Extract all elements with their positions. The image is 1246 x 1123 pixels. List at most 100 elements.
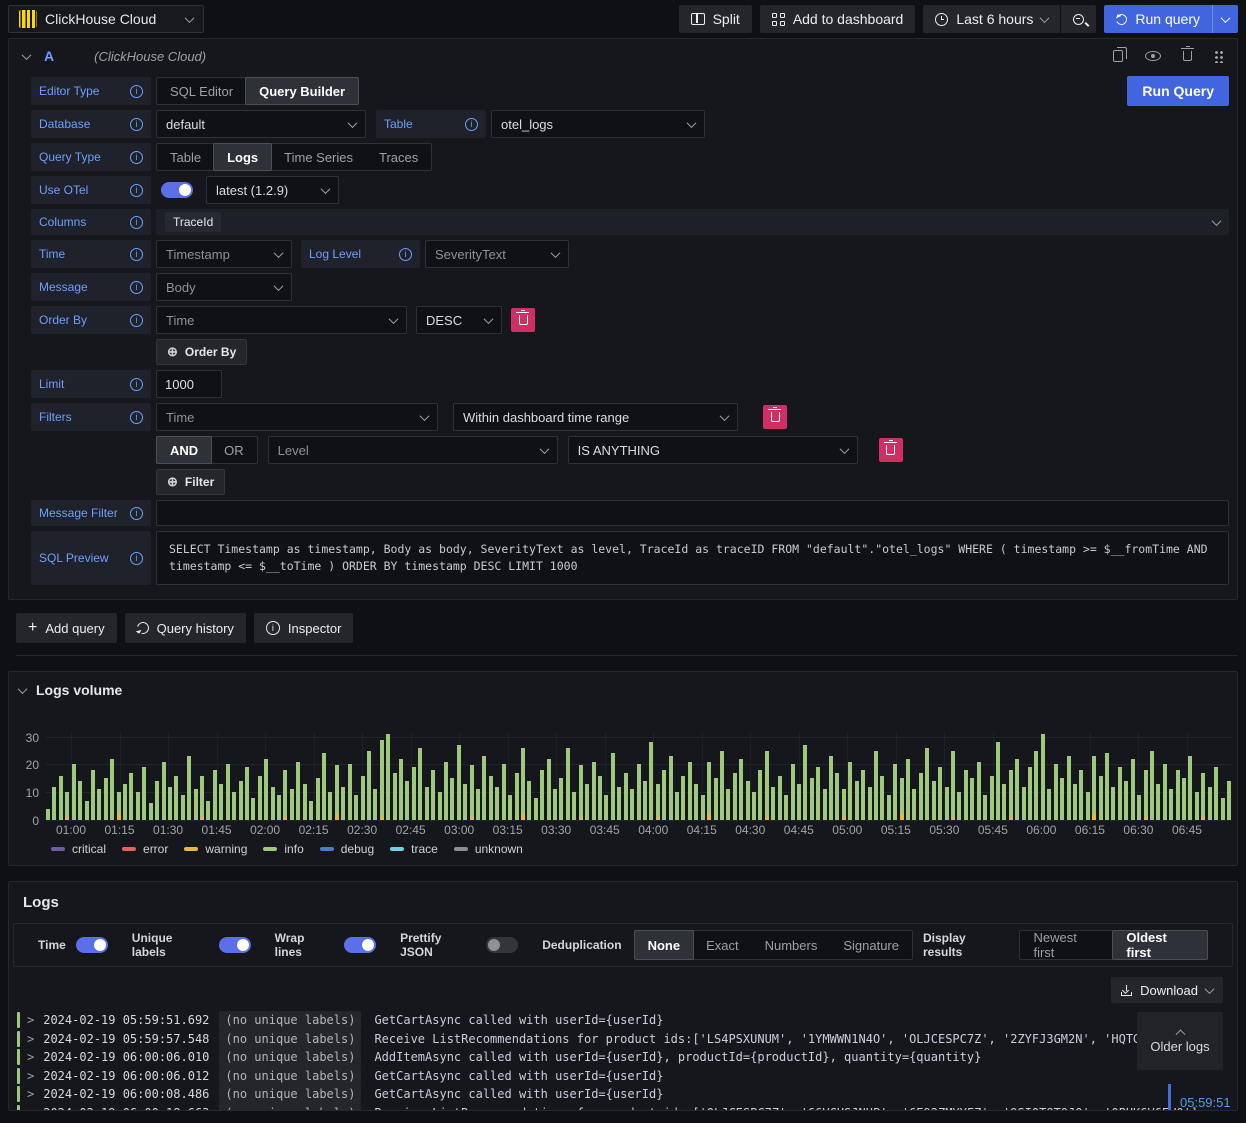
order-by-column-select[interactable]: Time [156,306,407,334]
split-button[interactable]: Split [678,5,752,33]
query-type-logs-option[interactable]: Logs [213,143,273,171]
volume-bar [1214,767,1219,820]
logs-volume-chart[interactable] [46,732,1231,821]
info-icon[interactable]: i [130,150,143,164]
query-row-header[interactable]: A (ClickHouse Cloud) [9,39,1237,73]
limit-input[interactable] [156,370,222,398]
drag-handle-icon[interactable] [1214,49,1223,63]
info-icon[interactable]: i [130,117,143,131]
filter2-column-select[interactable]: Level [267,436,558,464]
otel-version-select[interactable]: latest (1.2.9) [206,176,339,204]
query-type-table-option[interactable]: Table [157,144,214,170]
download-button[interactable]: Download [1111,977,1223,1003]
run-query-caret-button[interactable] [1212,5,1238,33]
add-order-by-button[interactable]: ⊕ Order By [156,339,248,365]
message-column-select[interactable]: Body [156,273,292,301]
editor-type-row: Editor Type i SQL Editor Query Builder [31,77,1229,105]
columns-multiselect[interactable]: TraceId [156,209,1229,235]
editor-run-query-button[interactable]: Run Query [1127,76,1229,106]
dedup-none-option[interactable]: None [633,930,695,960]
info-icon[interactable]: i [130,247,143,261]
legend-item-unknown[interactable]: unknown [453,842,523,856]
legend-item-error[interactable]: error [122,842,168,856]
log-row[interactable]: >2024-02-19 05:59:51.692 (no unique label… [17,1011,1237,1030]
database-select[interactable]: default [156,110,366,138]
expand-log-icon[interactable]: > [27,1104,34,1111]
toggle-visibility-icon[interactable] [1145,51,1161,61]
query-type-traces-option[interactable]: Traces [366,144,431,170]
operator-or-option[interactable]: OR [211,437,257,463]
info-icon[interactable]: i [130,215,143,229]
info-icon[interactable]: i [130,410,143,424]
table-select[interactable]: otel_logs [491,110,705,138]
info-icon[interactable]: i [399,247,412,261]
datasource-picker[interactable]: ClickHouse Cloud [8,5,204,33]
prettify-json-toggle[interactable] [486,937,519,953]
legend-item-info[interactable]: info [263,842,304,856]
expand-log-icon[interactable]: > [27,1067,34,1086]
info-icon[interactable]: i [130,313,143,327]
info-icon[interactable]: i [130,551,143,565]
legend-item-critical[interactable]: critical [51,842,106,856]
logs-volume-header[interactable]: Logs volume [9,672,1237,698]
expand-log-icon[interactable]: > [27,1048,34,1067]
log-row[interactable]: >2024-02-19 06:00:08.486 (no unique label… [17,1085,1237,1104]
limit-label: Limit i [31,370,151,398]
delete-query-icon[interactable] [1180,45,1194,61]
remove-filter1-button[interactable] [763,405,787,429]
log-row[interactable]: >2024-02-19 06:00:06.012 (no unique label… [17,1066,1237,1086]
sql-editor-option[interactable]: SQL Editor [157,78,246,104]
legend-item-warning[interactable]: warning [184,842,247,856]
operator-and-option[interactable]: AND [156,436,213,464]
message-filter-input[interactable] [156,500,1229,526]
legend-item-trace[interactable]: trace [390,842,438,856]
collapse-chevron-icon[interactable] [21,49,32,60]
run-query-button[interactable]: Run query [1104,5,1212,33]
filter1-column-select[interactable]: Time [156,403,438,431]
info-icon[interactable]: i [130,377,143,391]
unique-labels-toggle[interactable] [218,937,251,953]
add-filter-button[interactable]: ⊕ Filter [156,469,226,495]
dedup-signature-option[interactable]: Signature [830,931,912,959]
add-query-button[interactable]: + Add query [16,613,117,643]
time-column-select[interactable]: Timestamp [156,240,292,268]
use-otel-toggle[interactable] [161,182,193,198]
info-icon[interactable]: i [465,117,478,131]
expand-log-icon[interactable]: > [27,1011,34,1030]
newest-first-option[interactable]: Newest first [1020,930,1113,960]
remove-order-by-button[interactable] [511,308,535,332]
inspector-button[interactable]: i Inspector [253,613,354,643]
scroll-time-indicator[interactable]: 05:59:51 [1168,1084,1231,1110]
remove-filter2-button[interactable] [878,438,903,462]
column-chip[interactable]: TraceId [165,212,222,232]
zoom-out-button[interactable] [1061,5,1097,33]
older-logs-button[interactable]: Older logs [1137,1012,1223,1070]
dedup-numbers-option[interactable]: Numbers [752,931,831,959]
order-by-direction-select[interactable]: DESC [416,306,502,334]
time-range-picker[interactable]: Last 6 hours [923,5,1061,33]
info-icon[interactable]: i [130,84,143,98]
log-row[interactable]: >2024-02-19 06:00:18.663 (no unique label… [17,1103,1237,1111]
filter1-value-select[interactable]: Within dashboard time range [453,403,738,431]
duplicate-query-icon[interactable] [1113,47,1127,62]
query-builder-option[interactable]: Query Builder [245,77,360,105]
log-row[interactable]: >2024-02-19 05:59:57.548 (no unique label… [17,1029,1237,1049]
dedup-exact-option[interactable]: Exact [693,931,752,959]
expand-log-icon[interactable]: > [27,1085,34,1104]
legend-item-debug[interactable]: debug [319,842,374,856]
query-history-button[interactable]: Query history [124,613,246,643]
info-icon[interactable]: i [130,280,143,294]
info-icon[interactable]: i [130,506,143,520]
log-level-select[interactable]: SeverityText [425,240,569,268]
time-toggle[interactable] [75,937,108,953]
add-to-dashboard-button[interactable]: Add to dashboard [759,5,916,33]
legend-label: critical [72,842,107,856]
oldest-first-option[interactable]: Oldest first [1112,930,1208,960]
expand-log-icon[interactable]: > [27,1030,34,1049]
filter2-condition-select[interactable]: IS ANYTHING [567,436,858,464]
log-row[interactable]: >2024-02-19 06:00:06.010 (no unique label… [17,1048,1237,1067]
wrap-lines-toggle[interactable] [344,937,377,953]
query-type-timeseries-option[interactable]: Time Series [271,144,366,170]
info-icon[interactable]: i [130,183,143,197]
display-results-control: Display results Newest first Oldest firs… [923,930,1208,960]
